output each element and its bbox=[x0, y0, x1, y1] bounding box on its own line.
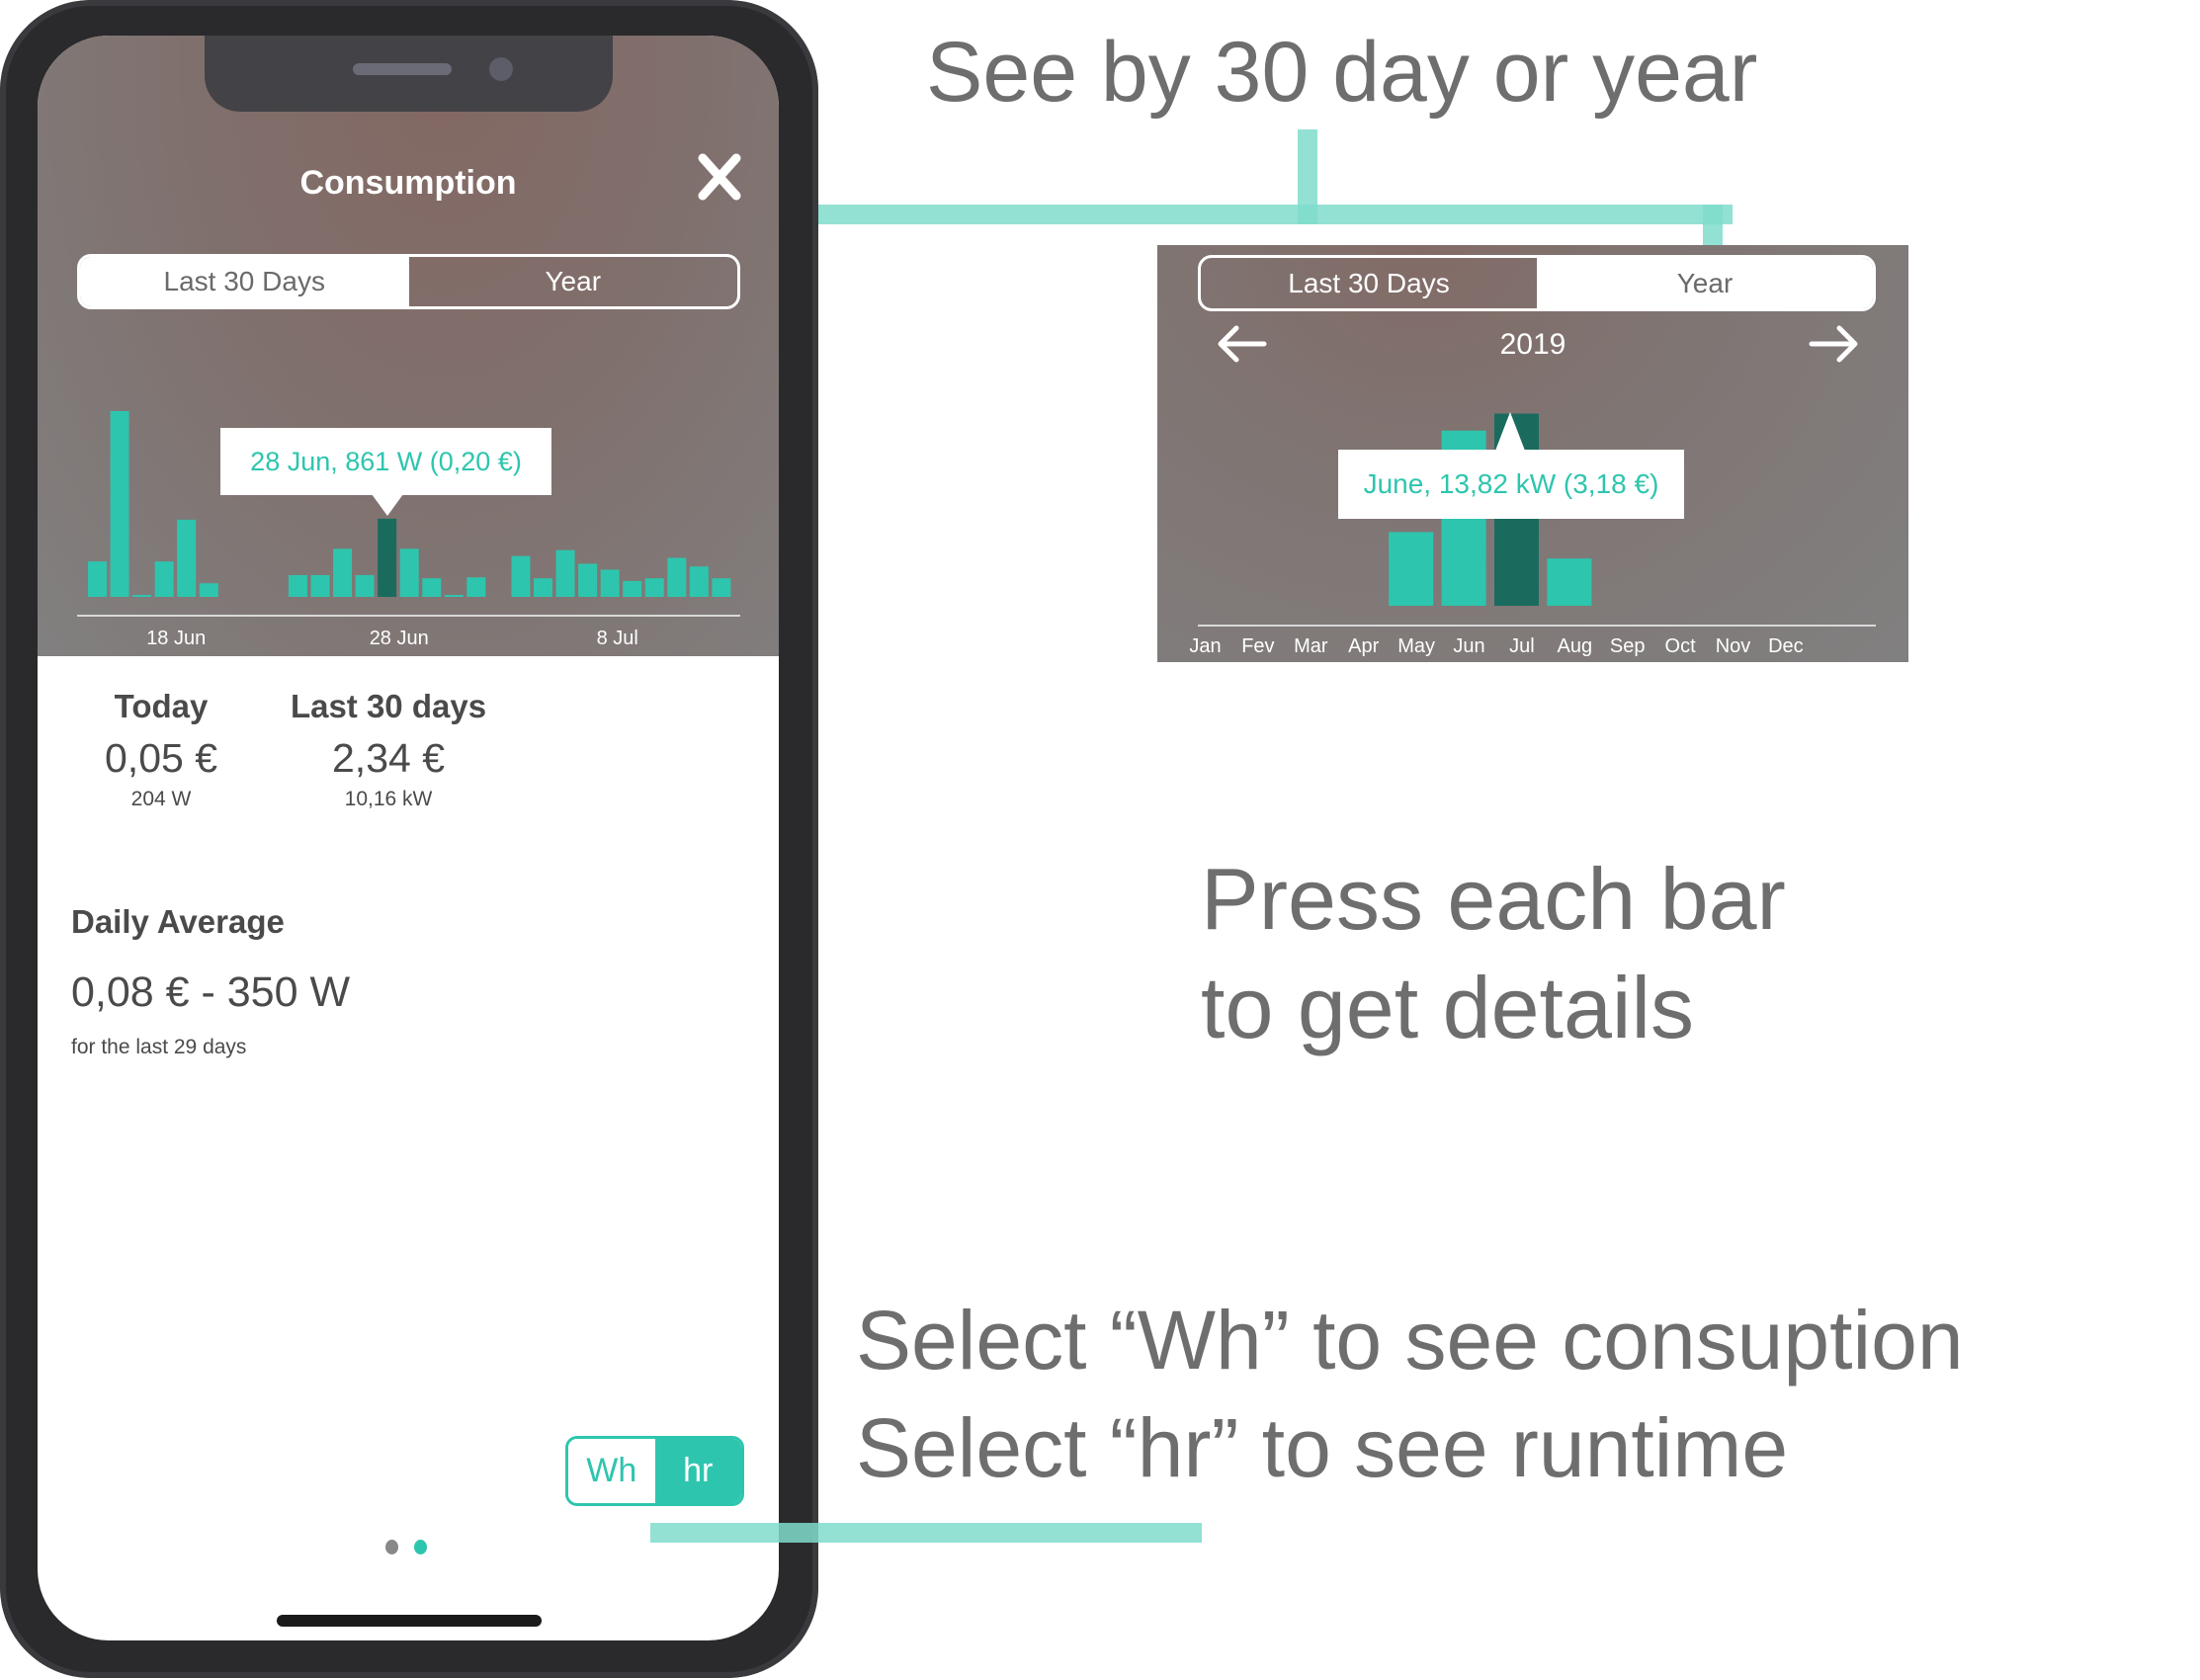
page-indicator[interactable] bbox=[385, 1540, 427, 1554]
daily-bar[interactable] bbox=[623, 580, 642, 597]
close-icon bbox=[698, 153, 741, 201]
daily-bar[interactable] bbox=[88, 561, 107, 597]
year-bar[interactable] bbox=[1547, 558, 1592, 606]
year-tick-label: Jan bbox=[1189, 635, 1221, 657]
page-dot-2[interactable] bbox=[414, 1540, 427, 1554]
year-tab-year[interactable]: Year bbox=[1537, 258, 1873, 308]
daily-average-subtitle: for the last 29 days bbox=[71, 1036, 247, 1058]
page-dot-1[interactable] bbox=[385, 1540, 398, 1554]
year-label: 2019 bbox=[1499, 328, 1566, 361]
annotation-press-bar: Press each bar to get details bbox=[1201, 845, 1786, 1062]
daily-bar[interactable] bbox=[444, 595, 464, 597]
daily-tooltip-pointer bbox=[372, 494, 403, 516]
year-period-segmented-control: Last 30 Days Year bbox=[1198, 255, 1876, 311]
unit-hr-button[interactable]: hr bbox=[654, 1439, 741, 1503]
daily-average-value: 0,08 € - 350 W bbox=[71, 968, 351, 1016]
stat-today-energy: 204 W bbox=[130, 788, 192, 810]
front-camera bbox=[489, 57, 513, 81]
annotation-press-line1: Press each bar bbox=[1201, 850, 1786, 948]
daily-bar[interactable] bbox=[667, 557, 687, 597]
daily-bar[interactable] bbox=[355, 574, 375, 597]
year-tick-label: Jul bbox=[1509, 635, 1535, 657]
daily-tick-label: 8 Jul bbox=[597, 628, 638, 649]
daily-bar[interactable] bbox=[555, 549, 575, 597]
year-tooltip: June, 13,82 kW (3,18 €) bbox=[1338, 450, 1684, 519]
daily-average-title: Daily Average bbox=[71, 903, 285, 940]
daily-bar[interactable] bbox=[534, 578, 552, 597]
year-tick-label: Mar bbox=[1294, 635, 1328, 657]
daily-tick-label: 28 Jun bbox=[370, 628, 429, 649]
phone-frame: Consumption Last 30 Days Year 18 Jun 28 J… bbox=[0, 0, 818, 1678]
close-button[interactable] bbox=[697, 152, 742, 202]
year-tick-label: Oct bbox=[1665, 635, 1697, 657]
phone-screen: Consumption Last 30 Days Year 18 Jun 28 J… bbox=[38, 36, 779, 1640]
daily-bar[interactable] bbox=[712, 578, 731, 597]
period-segmented-control: Last 30 Days Year bbox=[77, 254, 740, 309]
stat-last30-label: Last 30 days bbox=[290, 688, 487, 724]
notch bbox=[205, 36, 613, 112]
tab-year[interactable]: Year bbox=[409, 257, 738, 306]
tab-last-30-days[interactable]: Last 30 Days bbox=[80, 257, 409, 306]
year-bar[interactable] bbox=[1389, 532, 1434, 606]
annotation-press-line2: to get details bbox=[1201, 959, 1694, 1056]
daily-bar[interactable] bbox=[378, 518, 397, 597]
stat-today-cost: 0,05 € bbox=[105, 735, 217, 781]
year-tick-label: May bbox=[1397, 635, 1435, 657]
annotation-select-line2: Select “hr” to see runtime bbox=[856, 1401, 1789, 1495]
arrow-right-icon bbox=[1809, 325, 1858, 363]
stat-last30-cost: 2,34 € bbox=[332, 735, 445, 781]
daily-bar[interactable] bbox=[132, 595, 152, 597]
unit-toggle: Wh hr bbox=[565, 1436, 744, 1506]
daily-bar[interactable] bbox=[511, 555, 531, 597]
annotation-period: See by 30 day or year bbox=[926, 25, 1758, 120]
year-tick-label: Fev bbox=[1241, 635, 1274, 657]
daily-bar[interactable] bbox=[199, 583, 218, 597]
daily-bar[interactable] bbox=[177, 519, 197, 597]
daily-bar[interactable] bbox=[578, 563, 598, 597]
year-tab-last-30-days[interactable]: Last 30 Days bbox=[1201, 258, 1537, 308]
stat-today-label: Today bbox=[114, 688, 209, 724]
daily-bar[interactable] bbox=[689, 566, 709, 597]
year-tick-label: Apr bbox=[1348, 635, 1379, 657]
daily-bar[interactable] bbox=[310, 574, 330, 597]
daily-bar[interactable] bbox=[422, 578, 442, 597]
daily-bar[interactable] bbox=[333, 548, 353, 597]
daily-bar[interactable] bbox=[110, 411, 129, 597]
speaker-grille bbox=[353, 63, 452, 75]
daily-bar[interactable] bbox=[288, 574, 307, 597]
year-tick-label: Sep bbox=[1610, 635, 1646, 657]
connector-unit bbox=[650, 1523, 1202, 1543]
daily-bar[interactable] bbox=[644, 578, 664, 597]
page-title: Consumption bbox=[299, 164, 517, 202]
annotation-unit: Select “Wh” to see consuption Select “hr… bbox=[856, 1287, 1964, 1502]
year-tick-label: Dec bbox=[1768, 635, 1804, 657]
year-tooltip-pointer bbox=[1495, 412, 1525, 451]
stat-today: Today 0,05 € 204 W bbox=[97, 688, 225, 811]
annotation-select-line1: Select “Wh” to see consuption bbox=[856, 1294, 1964, 1386]
home-indicator[interactable] bbox=[277, 1615, 542, 1627]
year-bar-chart: Jan Fev Mar Apr May Jun Jul Aug Sep Oct Nov Dec bbox=[1189, 413, 1876, 657]
unit-wh-button[interactable]: Wh bbox=[568, 1439, 655, 1503]
year-tick-label: Aug bbox=[1558, 635, 1593, 657]
next-year-button[interactable] bbox=[1808, 322, 1859, 366]
daily-bar[interactable] bbox=[154, 561, 174, 597]
daily-bar[interactable] bbox=[466, 577, 486, 597]
year-tick-label: Nov bbox=[1716, 635, 1751, 657]
stat-last30: Last 30 days 2,34 € 10,16 kW bbox=[285, 688, 492, 811]
daily-bar[interactable] bbox=[399, 548, 419, 597]
daily-tooltip: 28 Jun, 861 W (0,20 €) bbox=[220, 428, 551, 495]
connector-center-riser bbox=[1298, 129, 1317, 224]
stat-last30-energy: 10,16 kW bbox=[344, 788, 433, 810]
daily-tick-label: 18 Jun bbox=[146, 628, 206, 649]
year-tick-label: Jun bbox=[1453, 635, 1484, 657]
daily-bar[interactable] bbox=[600, 569, 620, 597]
